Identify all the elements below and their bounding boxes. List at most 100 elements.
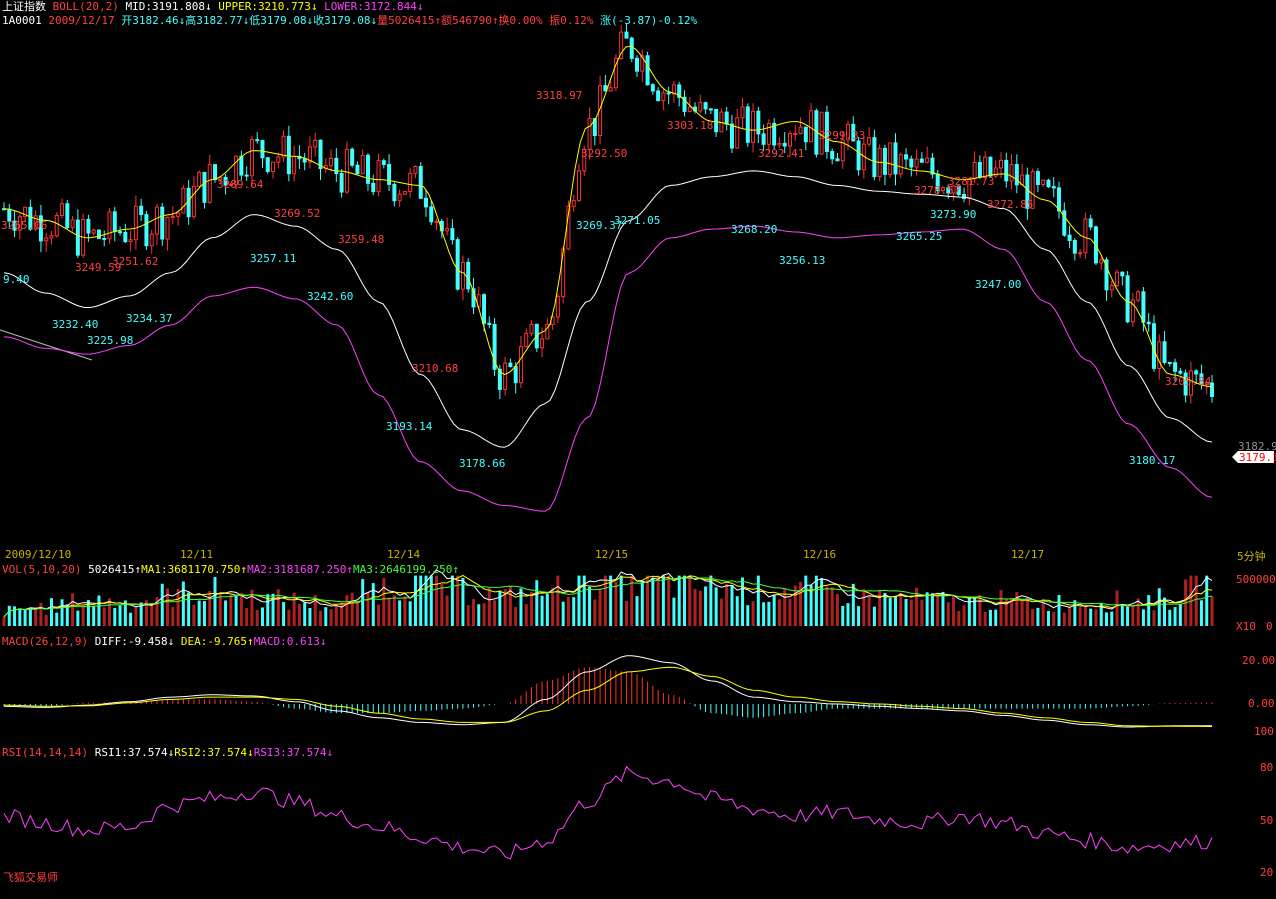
volume-bar[interactable] [793,585,797,626]
volume-bar[interactable] [698,590,702,626]
candle-body[interactable] [482,294,487,324]
volume-bar[interactable] [524,604,528,626]
volume-bar[interactable] [640,581,644,626]
volume-bar[interactable] [788,598,792,626]
volume-bar[interactable] [229,594,233,626]
candle-body[interactable] [191,186,196,218]
candle-body[interactable] [1115,271,1120,286]
volume-bar[interactable] [535,580,539,626]
volume-bar[interactable] [55,612,59,626]
candle-body[interactable] [102,237,107,240]
volume-bar[interactable] [1020,600,1024,626]
candle-body[interactable] [745,106,750,143]
volume-bar[interactable] [846,603,850,626]
candle-body[interactable] [112,211,117,233]
candle-body[interactable] [761,133,766,145]
candle-body[interactable] [650,84,655,92]
candle-body[interactable] [1146,321,1151,325]
volume-bar[interactable] [239,592,243,626]
candle-body[interactable] [460,261,465,290]
candle-body[interactable] [1009,164,1014,182]
candle-body[interactable] [703,102,708,110]
volume-bar[interactable] [403,596,407,626]
candle-body[interactable] [355,164,360,175]
candle-body[interactable] [508,362,513,368]
volume-bar[interactable] [60,599,64,626]
candle-body[interactable] [118,231,123,234]
volume-bar[interactable] [28,608,32,626]
candle-body[interactable] [387,163,392,185]
volume-bar[interactable] [593,599,597,626]
volume-bar[interactable] [1110,611,1114,626]
candle-body[interactable] [635,57,640,72]
candle-body[interactable] [724,111,729,125]
candle-body[interactable] [735,117,740,149]
volume-bar[interactable] [297,603,301,626]
volume-bar[interactable] [39,602,43,626]
volume-bar[interactable] [777,599,781,626]
volume-bar[interactable] [741,577,745,626]
volume-bar[interactable] [308,607,312,626]
candle-body[interactable] [898,154,903,175]
candle-body[interactable] [830,150,835,160]
volume-bar[interactable] [709,575,713,626]
volume-bar[interactable] [1126,606,1130,626]
candle-body[interactable] [339,172,344,193]
candle-body[interactable] [313,139,318,148]
candle-body[interactable] [139,205,144,216]
candle-body[interactable] [487,322,492,325]
volume-bar[interactable] [730,584,734,626]
candle-body[interactable] [661,92,666,102]
candle-body[interactable] [729,123,734,149]
candle-body[interactable] [1057,187,1062,212]
volume-bar[interactable] [588,586,592,626]
volume-bar[interactable] [1073,600,1077,626]
candle-body[interactable] [524,332,529,348]
candle-body[interactable] [350,148,355,166]
volume-bar[interactable] [841,605,845,626]
candle-body[interactable] [1083,218,1088,254]
candle-body[interactable] [149,233,154,247]
volume-bar[interactable] [176,588,180,626]
volume-bar[interactable] [461,578,465,626]
volume-bar[interactable] [1083,605,1087,626]
volume-bar[interactable] [329,609,333,626]
candle-body[interactable] [49,235,54,239]
volume-bar[interactable] [556,575,560,626]
volume-bar[interactable] [693,589,697,626]
volume-bar[interactable] [878,589,882,626]
volume-bar[interactable] [361,579,365,626]
volume-bar[interactable] [1062,612,1066,626]
candle-body[interactable] [529,323,534,334]
volume-bar[interactable] [872,606,876,626]
candle-body[interactable] [91,229,96,234]
volume-bar[interactable] [767,601,771,626]
volume-bar[interactable] [867,596,871,626]
volume-bar[interactable] [1210,596,1214,626]
candle-body[interactable] [133,205,138,241]
candle-body[interactable] [276,156,281,163]
volume-bar[interactable] [440,583,444,626]
volume-bar[interactable] [983,611,987,626]
volume-bar[interactable] [925,592,929,626]
candle-body[interactable] [434,220,439,223]
volume-bar[interactable] [498,590,502,626]
period-selector[interactable]: 5分钟 [1237,548,1266,564]
volume-bar[interactable] [160,583,164,626]
volume-bar[interactable] [377,604,381,626]
volume-bar[interactable] [392,595,396,626]
candle-body[interactable] [1046,179,1051,188]
candle-body[interactable] [1120,271,1125,277]
volume-bar[interactable] [888,598,892,626]
candle-body[interactable] [1136,291,1141,301]
candle-body[interactable] [408,172,413,192]
volume-bar[interactable] [202,601,206,626]
volume-bar[interactable] [519,588,523,626]
volume-bar[interactable] [1031,609,1035,626]
volume-bar[interactable] [514,607,518,626]
volume-bar[interactable] [667,575,671,626]
volume-bar[interactable] [1089,608,1093,626]
volume-bar[interactable] [493,600,497,626]
candle-body[interactable] [576,170,581,202]
candle-body[interactable] [656,90,661,102]
